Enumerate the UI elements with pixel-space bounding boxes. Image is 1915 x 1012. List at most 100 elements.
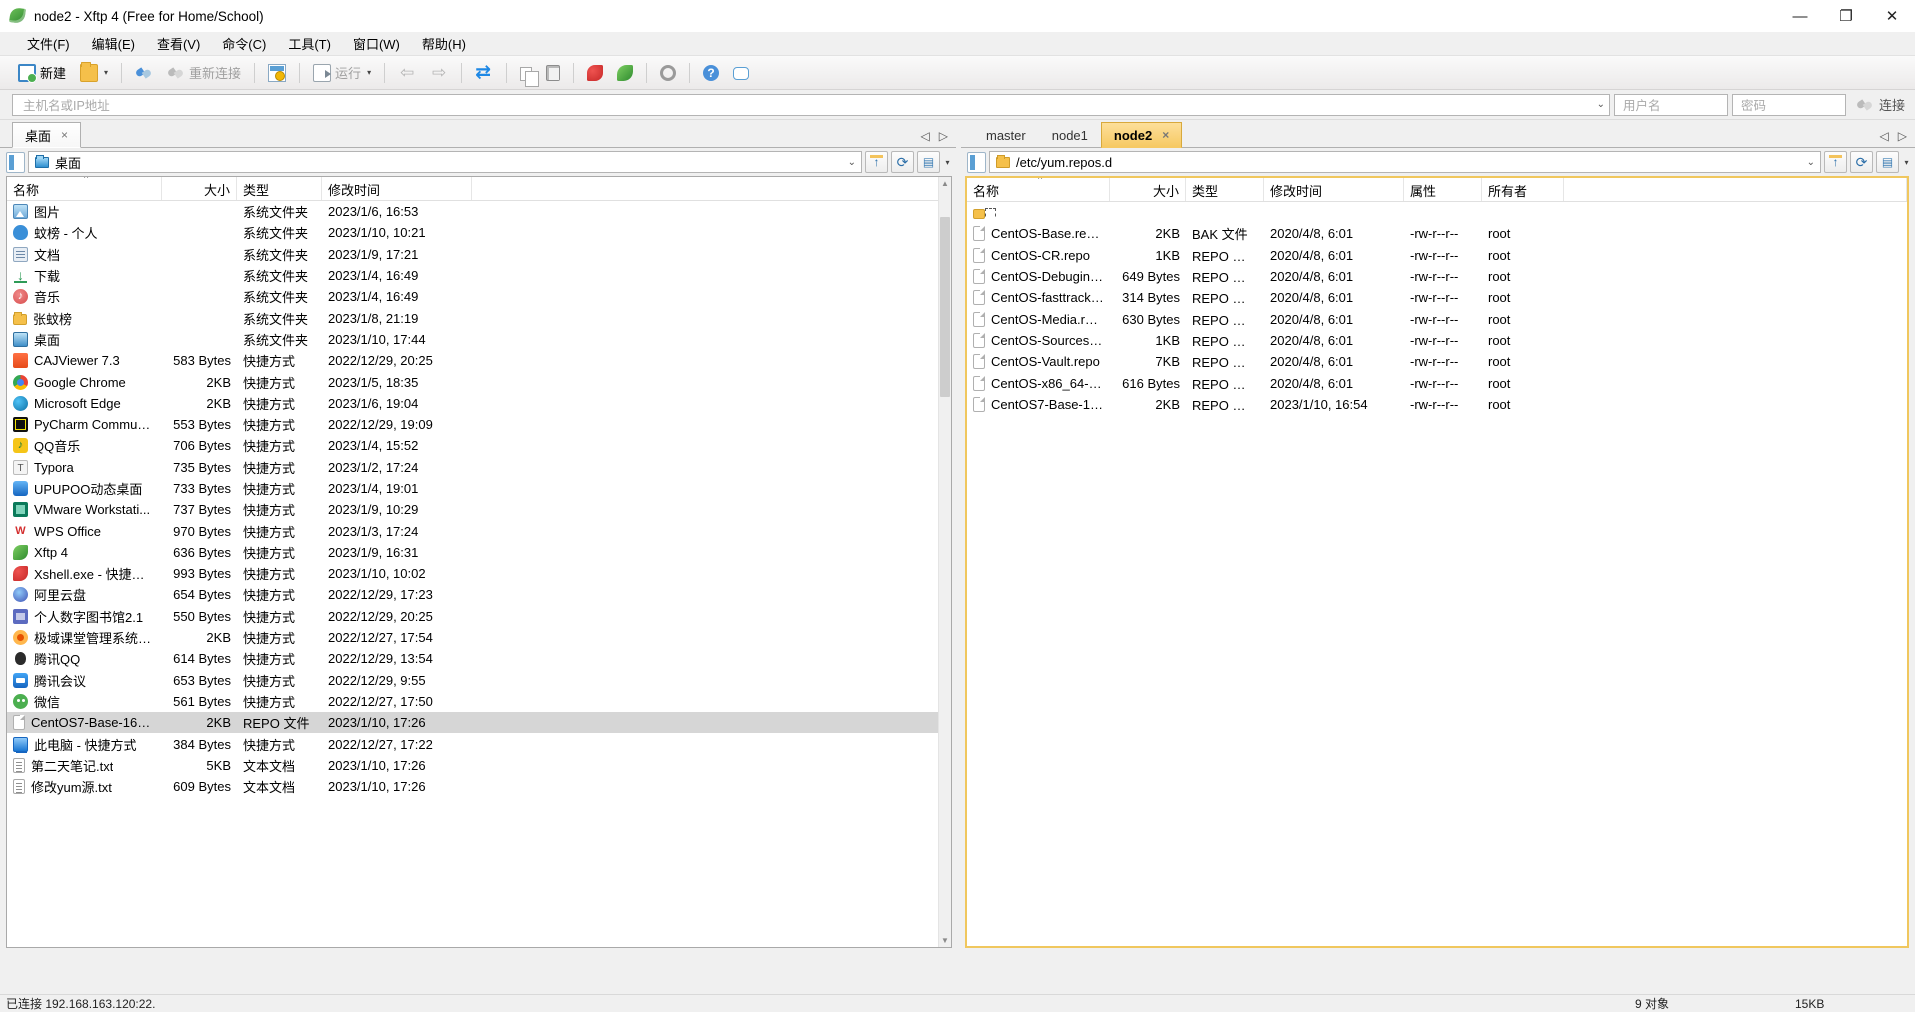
table-row[interactable]: 文档 系统文件夹 2023/1/9, 17:21 (7, 244, 951, 265)
table-row[interactable]: 腾讯会议 653 Bytes 快捷方式 2022/12/29, 9:55 (7, 670, 951, 691)
menu-help[interactable]: 帮助(H) (411, 31, 477, 56)
table-row[interactable]: 修改yum源.txt 609 Bytes 文本文档 2023/1/10, 17:26 (7, 776, 951, 797)
table-row[interactable]: 极域课堂管理系统软... 2KB 快捷方式 2022/12/27, 17:54 (7, 627, 951, 648)
table-row[interactable]: CentOS7-Base-163.... 2KB REPO 文件 2023/1/10,… (967, 394, 1907, 415)
maximize-button[interactable]: ❐ (1823, 0, 1869, 32)
table-row[interactable]: Xftp 4 636 Bytes 快捷方式 2023/1/9, 16:31 (7, 542, 951, 563)
table-row[interactable]: 此电脑 - 快捷方式 384 Bytes 快捷方式 2022/12/27, 17:22 (7, 733, 951, 754)
host-input[interactable]: 主机名或IP地址 ⌄ (12, 93, 1610, 116)
table-row[interactable]: 蚊榜 - 个人 系统文件夹 2023/1/10, 10:21 (7, 222, 951, 243)
table-row[interactable]: QQ音乐 706 Bytes 快捷方式 2023/1/4, 15:52 (7, 435, 951, 456)
remote-up-button[interactable] (1824, 151, 1847, 173)
column-header-name[interactable]: 名称 ^ (967, 178, 1110, 201)
chevron-down-icon[interactable]: ▾ (367, 68, 371, 77)
scroll-down-icon[interactable]: ▼ (939, 934, 951, 947)
connect-button[interactable] (129, 60, 159, 86)
column-header-modified[interactable]: 修改时间 (1264, 178, 1404, 201)
table-row[interactable]: CAJViewer 7.3 583 Bytes 快捷方式 2022/12/29, 20… (7, 350, 951, 371)
table-row[interactable]: 微信 561 Bytes 快捷方式 2022/12/27, 17:50 (7, 691, 951, 712)
back-button[interactable]: ⇦ (392, 60, 422, 86)
table-row[interactable]: 下载 系统文件夹 2023/1/4, 16:49 (7, 265, 951, 286)
menu-edit[interactable]: 编辑(E) (81, 31, 146, 56)
table-row[interactable]: Microsoft Edge 2KB 快捷方式 2023/1/6, 19:04 (7, 393, 951, 414)
menu-command[interactable]: 命令(C) (211, 31, 277, 56)
table-row[interactable]: VMware Workstati... 737 Bytes 快捷方式 2023/1/9… (7, 499, 951, 520)
column-header-type[interactable]: 类型 (237, 177, 322, 200)
table-row[interactable]: CentOS7-Base-163.... 2KB REPO 文件 2023/1/10,… (7, 712, 951, 734)
sync-browsing-button[interactable] (469, 60, 499, 86)
run-button[interactable]: 运行 ▾ (307, 60, 377, 86)
column-header-modified[interactable]: 修改时间 (322, 177, 472, 200)
remote-file-list[interactable]: 名称 ^ 大小 类型 修改时间 属性 所有者 CentOS-Base.repo..… (965, 176, 1909, 948)
table-row[interactable]: Typora 735 Bytes 快捷方式 2023/1/2, 17:24 (7, 457, 951, 478)
connect-action[interactable]: 连接 (1856, 95, 1905, 114)
table-row[interactable]: CentOS-Debuginfo.... 649 Bytes REPO 文件 2020… (967, 266, 1907, 287)
table-row[interactable]: PyCharm Communit... 553 Bytes 快捷方式 2022/12/… (7, 414, 951, 435)
help-button[interactable]: ? (697, 60, 725, 86)
feedback-button[interactable] (727, 60, 755, 86)
table-row[interactable]: Google Chrome 2KB 快捷方式 2023/1/5, 18:35 (7, 371, 951, 392)
close-button[interactable]: ✕ (1869, 0, 1915, 32)
table-row[interactable]: CentOS-Base.repo.... 2KB BAK 文件 2020/4/8, 6… (967, 223, 1907, 244)
tab-prev-icon[interactable]: ◁ (921, 129, 930, 143)
table-row[interactable]: 桌面 系统文件夹 2023/1/10, 17:44 (7, 329, 951, 350)
open-xshell-button[interactable] (581, 60, 609, 86)
table-row[interactable]: Xshell.exe - 快捷方式 993 Bytes 快捷方式 2023/1/10,… (7, 563, 951, 584)
table-row[interactable]: CentOS-Vault.repo 7KB REPO 文件 2020/4/8, 6:0… (967, 351, 1907, 372)
options-button[interactable] (654, 60, 682, 86)
table-row[interactable]: 腾讯QQ 614 Bytes 快捷方式 2022/12/29, 13:54 (7, 648, 951, 669)
table-row[interactable]: CentOS-Media.repo 630 Bytes REPO 文件 2020/4/… (967, 308, 1907, 329)
tab-desktop[interactable]: 桌面 × (12, 122, 82, 148)
menu-view[interactable]: 查看(V) (146, 31, 211, 56)
menu-tools[interactable]: 工具(T) (277, 31, 342, 56)
scroll-up-icon[interactable]: ▲ (939, 177, 951, 190)
table-row[interactable] (967, 202, 1907, 223)
table-row[interactable]: 张蚊榜 系统文件夹 2023/1/8, 21:19 (7, 307, 951, 328)
column-header-name[interactable]: 名称 ^ (7, 177, 162, 200)
reconnect-button[interactable]: 重新连接 (161, 60, 247, 86)
remote-path-input[interactable]: /etc/yum.repos.d ⌄ (989, 151, 1821, 173)
menu-window[interactable]: 窗口(W) (342, 31, 411, 56)
paste-button[interactable] (540, 60, 566, 86)
local-file-list[interactable]: 名称 ^ 大小 类型 修改时间 图片 系统文件夹 2023/1/6, 16:53 蚊榜 … (6, 176, 952, 948)
local-up-button[interactable] (865, 151, 888, 173)
chevron-down-icon[interactable]: ⌄ (1807, 157, 1815, 168)
column-header-size[interactable]: 大小 (1110, 178, 1186, 201)
table-row[interactable]: WPS Office 970 Bytes 快捷方式 2023/1/3, 17:24 (7, 520, 951, 541)
local-path-input[interactable]: 桌面 ⌄ (28, 151, 862, 173)
chevron-down-icon[interactable]: ▾ (104, 68, 108, 77)
toggle-remote-tree-button[interactable] (967, 151, 986, 173)
chevron-down-icon[interactable]: ▾ (943, 158, 952, 167)
tab-prev-icon[interactable]: ◁ (1880, 129, 1889, 143)
table-row[interactable]: 阿里云盘 654 Bytes 快捷方式 2022/12/29, 17:23 (7, 584, 951, 605)
remote-rows[interactable]: CentOS-Base.repo.... 2KB BAK 文件 2020/4/8, 6… (967, 202, 1907, 946)
column-header-attributes[interactable]: 属性 (1404, 178, 1482, 201)
username-input[interactable]: 用户名 (1613, 93, 1728, 116)
local-vertical-scrollbar[interactable]: ▲ ▼ (938, 177, 951, 947)
tab-next-icon[interactable]: ▷ (1898, 129, 1907, 143)
open-folder-button[interactable]: ▾ (74, 60, 114, 86)
table-row[interactable]: 第二天笔记.txt 5KB 文本文档 2023/1/10, 17:26 (7, 755, 951, 776)
table-row[interactable]: 音乐 系统文件夹 2023/1/4, 16:49 (7, 286, 951, 307)
forward-button[interactable]: ⇨ (424, 60, 454, 86)
tab-next-icon[interactable]: ▷ (939, 129, 948, 143)
copy-button[interactable] (514, 60, 540, 87)
table-row[interactable]: 图片 系统文件夹 2023/1/6, 16:53 (7, 201, 951, 222)
local-refresh-button[interactable] (891, 151, 914, 173)
tab-master[interactable]: master (973, 122, 1039, 148)
column-header-size[interactable]: 大小 (162, 177, 237, 200)
column-header-type[interactable]: 类型 (1186, 178, 1264, 201)
local-view-button[interactable] (917, 151, 940, 173)
scroll-thumb[interactable] (940, 217, 950, 397)
table-row[interactable]: CentOS-Sources.re... 1KB REPO 文件 2020/4/8, … (967, 330, 1907, 351)
menu-file[interactable]: 文件(F) (16, 31, 81, 56)
tab-node2[interactable]: node2 × (1100, 122, 1183, 148)
toggle-folder-tree-button[interactable] (6, 151, 25, 173)
table-row[interactable]: 个人数字图书馆2.1 550 Bytes 快捷方式 2022/12/29, 20:25 (7, 606, 951, 627)
table-row[interactable]: CentOS-x86_64-ker... 616 Bytes REPO 文件 2020… (967, 372, 1907, 393)
local-rows[interactable]: 图片 系统文件夹 2023/1/6, 16:53 蚊榜 - 个人 系统文件夹 2023/1… (7, 201, 951, 947)
chevron-down-icon[interactable]: ▾ (1902, 158, 1911, 167)
chevron-down-icon[interactable]: ⌄ (1597, 99, 1605, 110)
column-header-owner[interactable]: 所有者 (1482, 178, 1564, 201)
new-session-button[interactable]: 新建 (12, 60, 72, 86)
